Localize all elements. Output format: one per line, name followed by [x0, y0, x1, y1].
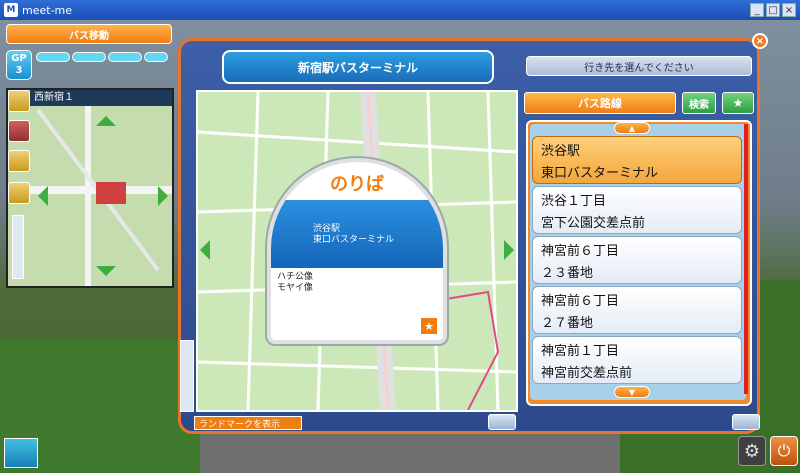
destination-line2: ２３番地	[541, 266, 594, 281]
minimap-up-arrow-icon[interactable]	[96, 116, 116, 126]
dialog-title: 新宿駅バスターミナル	[222, 50, 494, 84]
gp-label: GP	[11, 53, 27, 64]
close-window-icon[interactable]: ×	[782, 3, 796, 17]
app-icon: M	[4, 3, 18, 17]
destination-item[interactable]: 神宮前６丁目 ２７番地	[532, 286, 742, 334]
minimap[interactable]	[6, 88, 174, 288]
gear-icon[interactable]: ⚙	[738, 436, 766, 466]
stop-card-title: のりば	[330, 174, 384, 195]
dialog-close-button[interactable]: ×	[752, 33, 768, 49]
stop-card-selected-line1: 渋谷駅	[313, 224, 341, 234]
stop-card-selected-line2: 東口バスターミナル	[313, 235, 395, 245]
scroll-up-icon[interactable]: ▲	[614, 122, 650, 134]
destination-line1: 神宮前１丁目	[541, 344, 620, 359]
destination-item[interactable]: 神宮前６丁目 ２３番地	[532, 236, 742, 284]
destination-item[interactable]: 渋谷１丁目 宮下公園交差点前	[532, 186, 742, 234]
instruction-text: 行き先を選んでください	[526, 56, 752, 76]
bus-move-button[interactable]: バス移動	[6, 24, 172, 44]
stop-card-other-line1: ハチ公像	[277, 272, 314, 282]
window-titlebar: M meet-me _ □ ×	[0, 0, 800, 20]
map-zoom-slider[interactable]	[180, 340, 194, 412]
minimap-left-arrow-icon[interactable]	[38, 186, 48, 206]
status-pill	[72, 52, 106, 62]
destination-line1: 渋谷１丁目	[541, 194, 607, 209]
minimap-right-arrow-icon[interactable]	[158, 186, 168, 206]
destination-line2: 東口バスターミナル	[541, 166, 659, 181]
compass-tool-icon[interactable]	[8, 182, 30, 204]
scroll-down-icon[interactable]: ▼	[614, 386, 650, 398]
destination-line2: 神宮前交差点前	[541, 366, 633, 381]
desktop-icon[interactable]	[4, 438, 38, 468]
map-right-arrow-icon[interactable]	[504, 240, 514, 260]
list-scrollbar[interactable]	[744, 124, 748, 394]
stop-card[interactable]: のりば 渋谷駅 東口バスターミナル ハチ公像 モヤイ像 ★	[267, 158, 447, 344]
stop-card-other[interactable]: ハチ公像 モヤイ像	[271, 272, 443, 294]
pin-tool-icon[interactable]	[8, 120, 30, 142]
destination-line1: 渋谷駅	[541, 144, 581, 159]
stop-card-other-line2: モヤイ像	[277, 283, 313, 293]
show-landmark-button[interactable]: ランドマークを表示	[194, 416, 302, 430]
tab-search[interactable]: 検索	[682, 92, 716, 114]
minimap-area-name: 西新宿１	[30, 90, 172, 106]
status-pill	[36, 52, 70, 62]
power-icon[interactable]: ⏻	[770, 436, 798, 466]
list-switch-icon[interactable]	[732, 414, 760, 430]
destination-line2: 宮下公園交差点前	[541, 216, 646, 231]
minimize-icon[interactable]: _	[750, 3, 764, 17]
status-pill	[144, 52, 168, 62]
gp-badge: GP 3	[6, 50, 32, 80]
map-left-arrow-icon[interactable]	[200, 240, 210, 260]
window-title: meet-me	[22, 3, 73, 17]
destination-line1: 神宮前６丁目	[541, 244, 620, 259]
landmark-tool-icon[interactable]	[8, 150, 30, 172]
destination-item[interactable]: 神宮前１丁目 神宮前交差点前	[532, 336, 742, 384]
destination-item[interactable]: 渋谷駅 東口バスターミナル	[532, 136, 742, 184]
star-icon[interactable]: ★	[421, 318, 437, 334]
maximize-icon[interactable]: □	[766, 3, 780, 17]
tab-bus-route[interactable]: バス路線	[524, 92, 676, 114]
map-tool-icon[interactable]	[8, 90, 30, 112]
destination-line2: ２７番地	[541, 316, 594, 331]
gp-value: 3	[15, 65, 23, 76]
status-pill	[108, 52, 142, 62]
map-switch-icon[interactable]	[488, 414, 516, 430]
minimap-down-arrow-icon[interactable]	[96, 266, 116, 276]
stop-card-selected[interactable]: 渋谷駅 東口バスターミナル	[271, 200, 443, 268]
tab-favorite[interactable]: ★	[722, 92, 754, 114]
destination-line1: 神宮前６丁目	[541, 294, 620, 309]
minimap-roads	[8, 90, 172, 286]
minimap-zoom-slider[interactable]	[12, 215, 24, 279]
